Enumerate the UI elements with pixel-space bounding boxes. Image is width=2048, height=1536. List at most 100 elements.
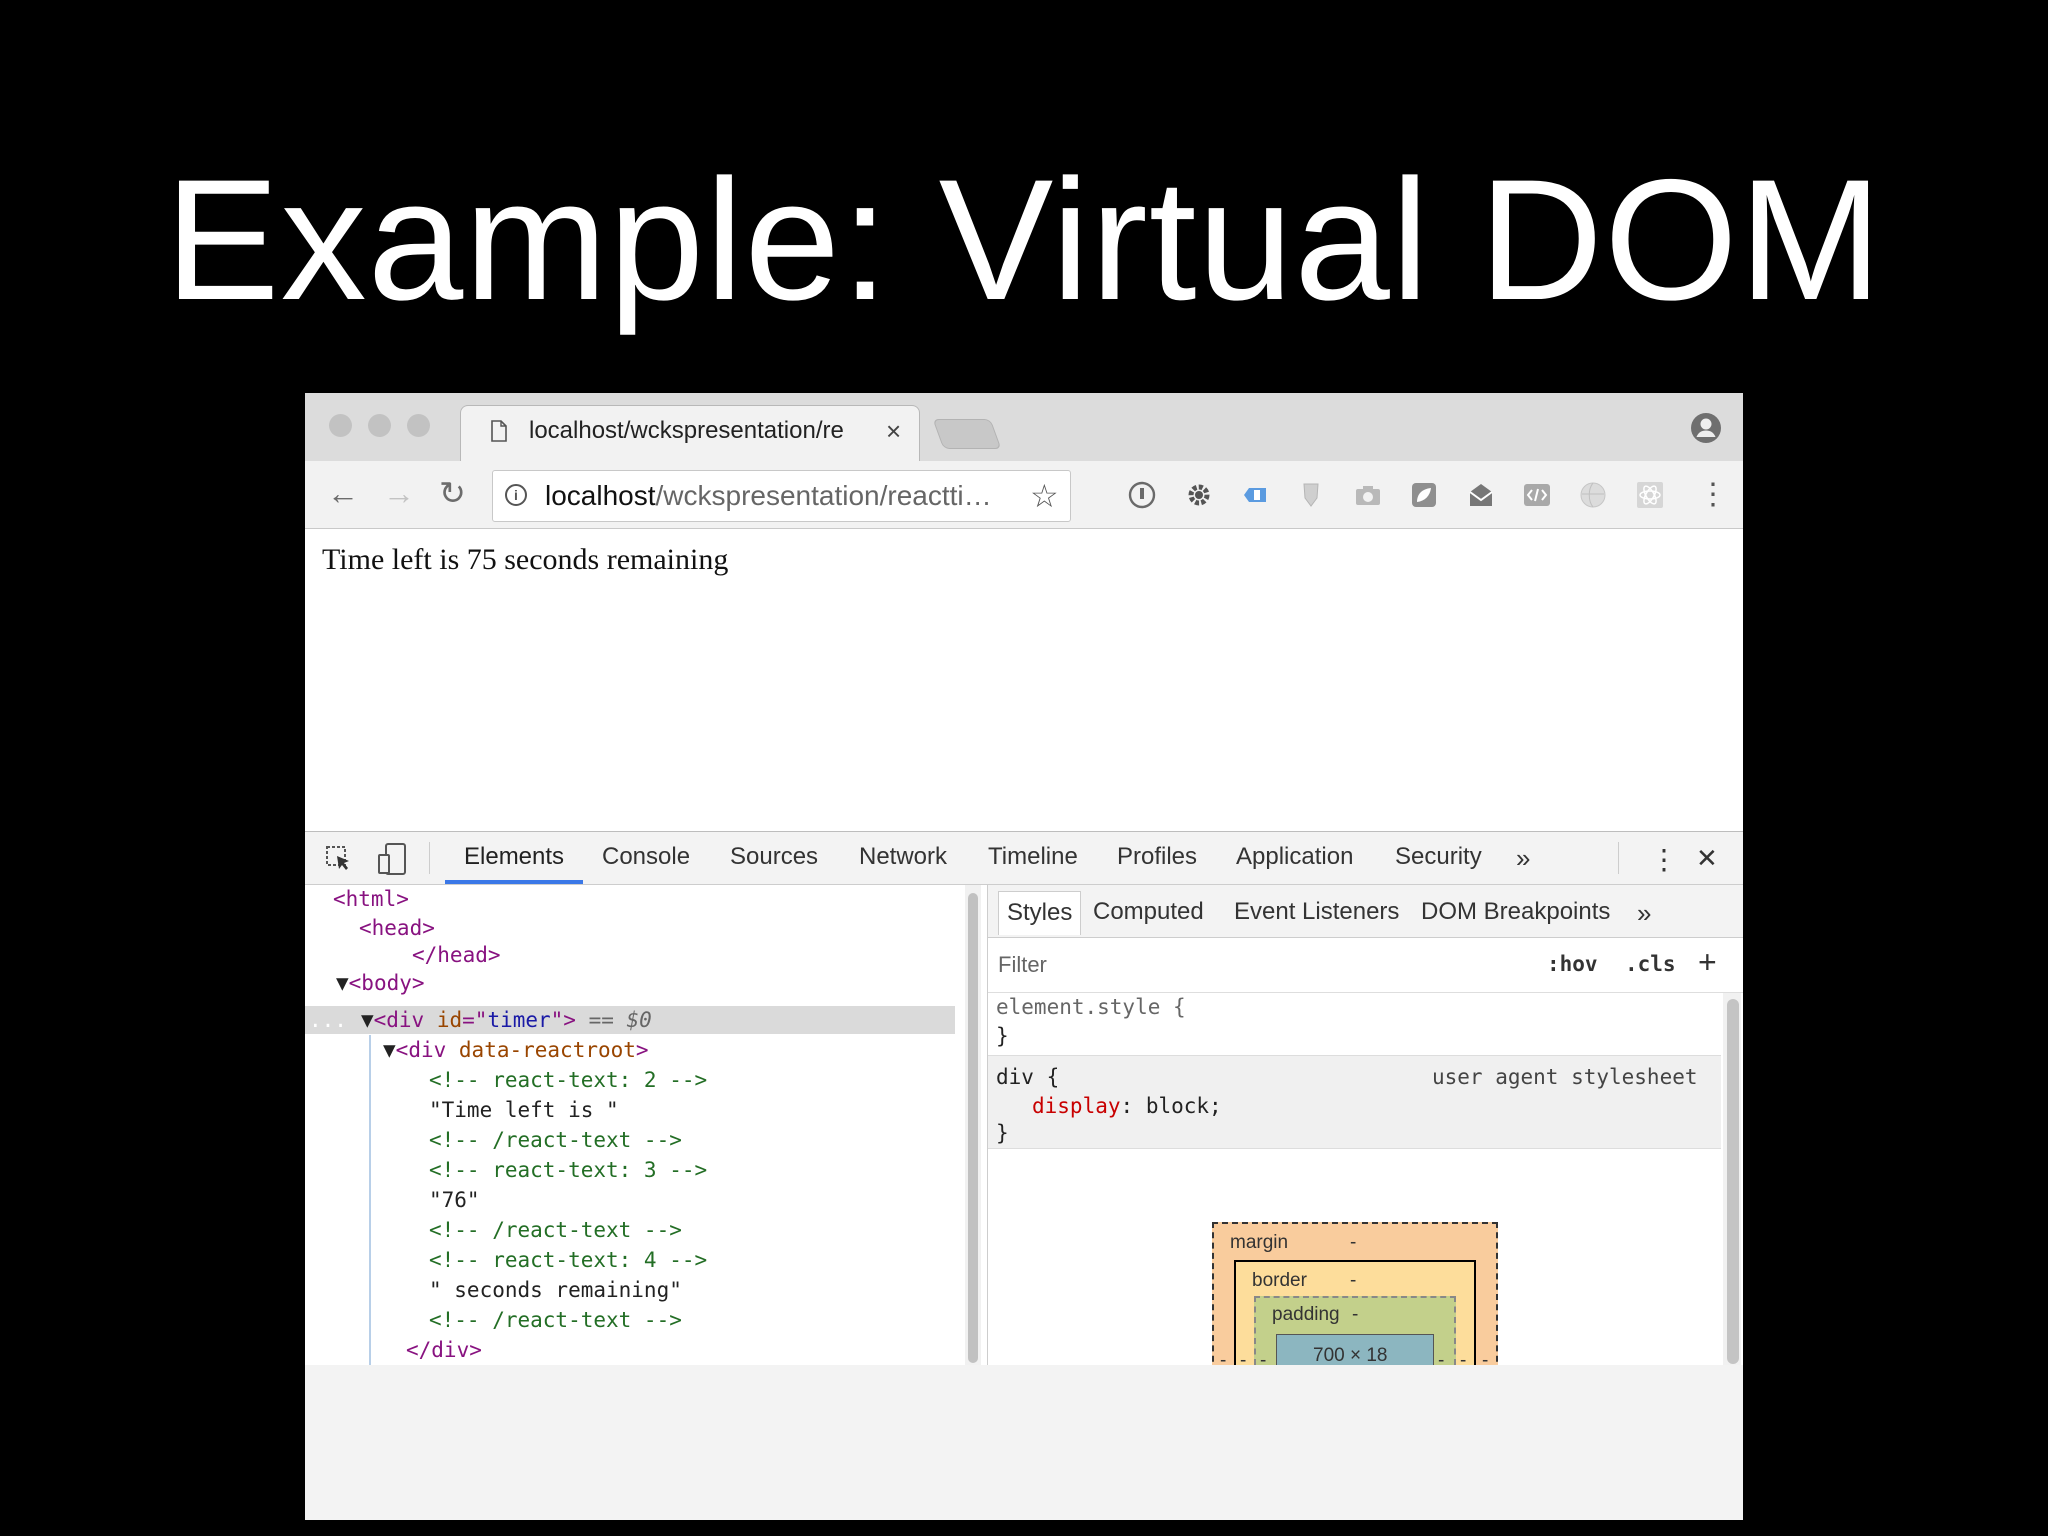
rule-selector: element.style { [996, 995, 1186, 1019]
box-model-border[interactable]: border - - - padding - - - 700 × 18 [1234, 1260, 1476, 1386]
more-tabs-icon[interactable]: » [1516, 843, 1530, 874]
box-model-margin[interactable]: margin - - - border - - - padding - - - [1212, 1222, 1498, 1386]
slide-title: Example: Virtual DOM [164, 144, 1884, 336]
styles-scrollbar[interactable] [1723, 993, 1741, 1366]
page-viewport: Time left is 75 seconds remaining [305, 529, 1743, 831]
react-devtools-icon[interactable] [1636, 481, 1664, 509]
padding-top-value: - [1352, 1304, 1359, 1325]
dom-node-div-reactroot[interactable]: ▼<div data-reactroot> [383, 1036, 649, 1064]
dom-text-node-changed[interactable]: "76" [429, 1186, 480, 1214]
dom-node-body[interactable]: ▼<body> [336, 969, 425, 997]
subtab-event-listeners[interactable]: Event Listeners [1234, 898, 1399, 926]
dom-text-node[interactable]: "Time left is " [429, 1096, 619, 1124]
window-bottom-area [305, 1365, 1743, 1520]
expand-triangle-icon[interactable]: ▼ [336, 971, 349, 995]
div-tag-name: div [386, 1008, 425, 1032]
more-subtabs-icon[interactable]: » [1637, 898, 1651, 929]
gear-icon[interactable] [1185, 481, 1213, 509]
dom-node-html[interactable]: <html> [333, 885, 409, 913]
rule-source: user agent stylesheet [1432, 1065, 1698, 1089]
tab-network[interactable]: Network [859, 843, 947, 871]
scrollbar-thumb[interactable] [968, 893, 978, 1363]
globe-extension-icon[interactable] [1579, 481, 1607, 509]
rule-close-brace: } [996, 1121, 1009, 1145]
tab-application[interactable]: Application [1236, 843, 1353, 871]
devtools-close-icon[interactable]: ✕ [1696, 843, 1718, 874]
dom-node-div-timer[interactable]: ... ▼<div id="timer"> == $0 [309, 1006, 652, 1034]
tab-title: localhost/wckspresentation/re [529, 417, 844, 444]
rule-element-style[interactable]: element.style { [996, 993, 1186, 1021]
back-button[interactable]: ← [327, 475, 359, 511]
inspect-element-icon[interactable] [325, 845, 353, 873]
zoom-window-button[interactable] [407, 414, 430, 437]
address-path: /wckspresentation/reactti… [655, 480, 992, 511]
camera-icon[interactable] [1354, 481, 1382, 509]
scrollbar-thumb[interactable] [1727, 999, 1739, 1364]
hov-toggle[interactable]: :hov [1547, 952, 1598, 976]
devtools-menu-icon[interactable]: ⋮ [1650, 843, 1678, 876]
shield-extension-icon[interactable] [1297, 481, 1325, 509]
border-label: border [1252, 1270, 1307, 1291]
new-rule-button[interactable]: + [1698, 944, 1717, 981]
subtab-styles[interactable]: Styles [998, 891, 1082, 935]
note-extension-icon[interactable] [1410, 481, 1438, 509]
tab-profiles[interactable]: Profiles [1117, 843, 1197, 871]
attr-name: data-reactroot [458, 1038, 636, 1062]
password-extension-icon[interactable] [1128, 481, 1156, 509]
expand-triangle-icon[interactable]: ▼ [383, 1038, 396, 1062]
toolbar-divider [1618, 842, 1619, 874]
dom-node-head[interactable]: <head> [359, 914, 435, 942]
tab-sources[interactable]: Sources [730, 843, 818, 871]
attr-name: id [436, 1008, 463, 1032]
dom-node-head-close[interactable]: </head> [412, 941, 501, 969]
browser-tab[interactable]: localhost/wckspresentation/re × [460, 405, 920, 462]
rule-div-selector[interactable]: div { [996, 1063, 1059, 1091]
mail-extension-icon[interactable] [1467, 481, 1495, 509]
tab-strip: localhost/wckspresentation/re × [305, 393, 1743, 462]
tab-elements[interactable]: Elements [464, 843, 564, 871]
expand-triangle-icon[interactable]: ▼ [361, 1008, 374, 1032]
selected-ref: == $0 [588, 1008, 652, 1032]
cls-toggle[interactable]: .cls [1625, 952, 1676, 976]
div-tag-name: div [408, 1038, 447, 1062]
new-tab-button[interactable] [932, 419, 1002, 449]
dom-comment[interactable]: <!-- /react-text --> [429, 1126, 682, 1154]
minimize-window-button[interactable] [368, 414, 391, 437]
forward-button[interactable]: → [383, 475, 415, 511]
dom-comment[interactable]: <!-- react-text: 2 --> [429, 1066, 707, 1094]
dom-comment[interactable]: <!-- react-text: 3 --> [429, 1156, 707, 1184]
subtab-dom-breakpoints[interactable]: DOM Breakpoints [1421, 898, 1610, 926]
reload-button[interactable]: ↻ [439, 475, 466, 511]
close-window-button[interactable] [329, 414, 352, 437]
bookmark-star-icon[interactable]: ☆ [1030, 477, 1059, 515]
content-size: 700 × 18 [1313, 1345, 1388, 1366]
padding-label: padding [1272, 1304, 1340, 1325]
tab-close-icon[interactable]: × [886, 416, 901, 447]
profile-icon[interactable] [1690, 412, 1722, 444]
bookmark-extension-icon[interactable] [1241, 481, 1269, 509]
dom-text-node[interactable]: " seconds remaining" [429, 1276, 682, 1304]
dom-tree-scrollbar[interactable] [965, 885, 981, 1366]
node-actions-icon[interactable]: ... [309, 1008, 347, 1032]
subtab-computed[interactable]: Computed [1093, 898, 1204, 926]
browser-menu-icon[interactable]: ⋮ [1698, 477, 1728, 512]
rule-declaration[interactable]: display: block; [1032, 1092, 1222, 1120]
active-tab-indicator [445, 880, 583, 884]
dom-node-div-close[interactable]: </div> [406, 1336, 482, 1364]
css-property: display [1032, 1094, 1121, 1118]
site-info-icon[interactable]: i [505, 484, 527, 506]
tab-console[interactable]: Console [602, 843, 690, 871]
dom-comment[interactable]: <!-- /react-text --> [429, 1216, 682, 1244]
tab-timeline[interactable]: Timeline [988, 843, 1078, 871]
filter-input[interactable]: Filter [998, 952, 1047, 978]
device-toolbar-icon[interactable] [377, 843, 407, 875]
styles-sidebar: Styles Computed Event Listeners DOM Brea… [987, 885, 1743, 1386]
css-value: block; [1145, 1094, 1222, 1118]
dom-comment[interactable]: <!-- /react-text --> [429, 1306, 682, 1334]
code-extension-icon[interactable] [1523, 481, 1551, 509]
attr-value: timer [487, 1008, 551, 1032]
tab-security[interactable]: Security [1395, 843, 1482, 871]
toolbar-divider [429, 842, 430, 874]
address-bar[interactable]: i localhost/wckspresentation/reactti… ☆ [492, 470, 1071, 522]
dom-comment[interactable]: <!-- react-text: 4 --> [429, 1246, 707, 1274]
